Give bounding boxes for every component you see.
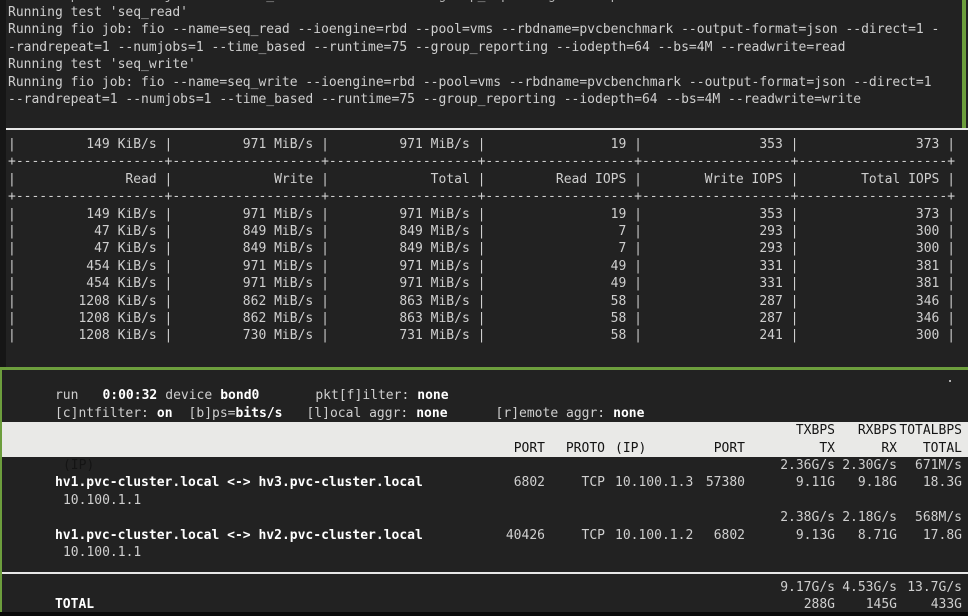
connection-detail-row: 10.100.1.1 40426 TCP 10.100.1.2 6802 9.1… <box>0 527 968 544</box>
total-rxbps: 4.53G/s <box>842 579 897 596</box>
bottom-edge-strip <box>0 612 968 616</box>
table-row: | 454 KiB/s | 971 MiB/s | 971 MiB/s | 49… <box>8 258 968 275</box>
right-green-border <box>962 0 966 128</box>
fio-log-line: Running fio job: fio --name=seq_write --… <box>8 74 962 91</box>
header-rx: RX <box>881 440 897 457</box>
connection-rxbps: 2.18G/s <box>842 509 897 526</box>
table-row: | 1208 KiB/s | 730 MiB/s | 731 MiB/s | 5… <box>8 327 968 344</box>
table-header-row: | Read | Write | Total | Read IOPS | Wri… <box>8 171 968 188</box>
header-txbps: TXBPS <box>796 422 835 439</box>
table-row: | 1208 KiB/s | 862 MiB/s | 863 MiB/s | 5… <box>8 310 968 327</box>
jnettop-header-row-2: (IP) PORT PROTO (IP) PORT TX RX TOTAL <box>0 440 968 457</box>
header-totalbps: TOTALBPS <box>899 422 962 439</box>
connection-hosts-row: hv1.pvc-cluster.local <-> hv2.pvc-cluste… <box>0 509 968 526</box>
remote-port: 6802 <box>714 527 745 544</box>
connection-totalbps: 671M/s <box>915 457 962 474</box>
total-separator-line <box>0 572 968 574</box>
total-total-cumulative: 433G <box>931 596 962 613</box>
protocol: TCP <box>582 527 605 544</box>
jnettop-status-line: run0:00:32devicebond0pkt[f]ilter:none . <box>0 370 968 387</box>
connection-detail-row: 10.100.1.1 6802 TCP 10.100.1.3 57380 9.1… <box>0 474 968 491</box>
connection-txbps: 2.38G/s <box>780 509 835 526</box>
remote-port: 57380 <box>706 474 745 491</box>
left-green-border <box>0 370 2 612</box>
left-edge-strip <box>0 0 6 367</box>
fio-log-line: --randrepeat=1 --numjobs=1 --time_based … <box>8 91 962 108</box>
jnettop-total-cumulative-row: 288G 145G 433G <box>0 596 968 613</box>
table-separator: +-------------------+-------------------… <box>8 188 968 205</box>
fio-log-line: Running test 'seq_read' <box>8 4 962 21</box>
fio-log-line: Running fio job: fio --name=seq_read --i… <box>8 21 962 38</box>
benchmark-table: | 149 KiB/s | 971 MiB/s | 971 MiB/s | 19… <box>8 136 968 345</box>
table-row: | 1208 KiB/s | 862 MiB/s | 863 MiB/s | 5… <box>8 293 968 310</box>
table-row: | 149 KiB/s | 971 MiB/s | 971 MiB/s | 19… <box>8 206 968 223</box>
total-tx-cumulative: 288G <box>804 596 835 613</box>
table-row: | 47 KiB/s | 849 MiB/s | 849 MiB/s | 7 |… <box>8 223 968 240</box>
tx-cumulative: 9.13G <box>796 527 835 544</box>
table-separator: +-------------------+-------------------… <box>8 153 968 170</box>
connection-hosts-row: hv1.pvc-cluster.local <-> hv3.pvc-cluste… <box>0 457 968 474</box>
header-rxbps: RXBPS <box>858 422 897 439</box>
jnettop-options-line: [c]ntfilter:on[b]ps=bits/s[l]ocal aggr:n… <box>0 387 968 404</box>
header-remote-ip: (IP) <box>615 440 646 457</box>
jnettop-header-row-1: LOCAL <-> REMOTE TXBPS RXBPS TOTALBPS <box>0 422 968 439</box>
terminal-screen: --randrepeat=1 --numjobs=1 --time_based … <box>0 0 968 616</box>
total-totalbps: 13.7G/s <box>907 579 962 596</box>
fio-log-line: Running test 'seq_write' <box>8 56 962 73</box>
benchmark-table-pane: | 149 KiB/s | 971 MiB/s | 971 MiB/s | 19… <box>8 136 968 345</box>
local-port: 6802 <box>514 474 545 491</box>
total-txbps: 9.17G/s <box>780 579 835 596</box>
header-local-port: PORT <box>514 440 545 457</box>
header-proto: PROTO <box>566 440 605 457</box>
header-tx: TX <box>819 440 835 457</box>
fio-log-line: -randrepeat=1 --numjobs=1 --time_based -… <box>8 39 962 56</box>
jnettop-total-row: TOTAL 9.17G/s 4.53G/s 13.7G/s <box>0 579 968 596</box>
jnettop-keys-line: [q]uit [h]elp [s]orting [p]ackets [.] pa… <box>0 405 968 422</box>
header-total: TOTAL <box>923 440 962 457</box>
rx-cumulative: 8.71G <box>858 527 897 544</box>
fio-log-lines: Running test 'seq_read'Running fio job: … <box>8 4 962 108</box>
total-rx-cumulative: 145G <box>866 596 897 613</box>
remote-ip: 10.100.1.2 <box>615 527 693 544</box>
connection-txbps: 2.36G/s <box>780 457 835 474</box>
remote-ip: 10.100.1.3 <box>615 474 693 491</box>
rx-cumulative: 9.18G <box>858 474 897 491</box>
connection-rxbps: 2.30G/s <box>842 457 897 474</box>
table-row: | 454 KiB/s | 971 MiB/s | 971 MiB/s | 49… <box>8 275 968 292</box>
total-cumulative: 18.3G <box>923 474 962 491</box>
blank-line <box>0 561 968 578</box>
local-port: 40426 <box>506 527 545 544</box>
pane-divider-white <box>0 128 968 130</box>
corner-dot: . <box>946 370 954 387</box>
blank-line <box>0 492 968 509</box>
table-row: | 47 KiB/s | 849 MiB/s | 849 MiB/s | 7 |… <box>8 240 968 257</box>
blank-line <box>0 544 968 561</box>
jnettop-pane: run0:00:32devicebond0pkt[f]ilter:none . … <box>0 370 968 613</box>
table-row: | 149 KiB/s | 971 MiB/s | 971 MiB/s | 19… <box>8 136 968 153</box>
tx-cumulative: 9.11G <box>796 474 835 491</box>
connection-totalbps: 568M/s <box>915 509 962 526</box>
protocol: TCP <box>582 474 605 491</box>
fio-log-pane: --randrepeat=1 --numjobs=1 --time_based … <box>8 0 962 108</box>
header-remote-port: PORT <box>714 440 745 457</box>
total-cumulative: 17.8G <box>923 527 962 544</box>
